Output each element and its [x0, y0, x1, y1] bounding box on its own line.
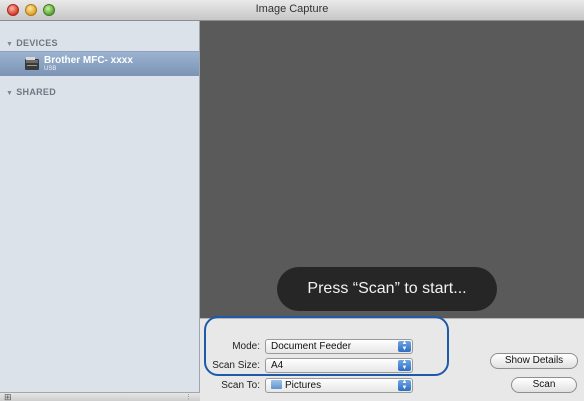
device-connection: USB: [44, 66, 57, 72]
scan-to-popup[interactable]: Pictures ▲ ▼: [265, 378, 413, 393]
scan-button[interactable]: Scan: [511, 377, 577, 393]
disclosure-triangle-icon[interactable]: ▼: [6, 41, 13, 48]
sidebar-footer: ⊞ ⋮: [0, 392, 200, 401]
resize-handle-icon[interactable]: ⋮: [185, 394, 192, 401]
popup-arrows-icon: ▲ ▼: [398, 379, 411, 391]
annotation-highlight-ring: [204, 316, 449, 376]
plus-icon[interactable]: ⊞: [4, 393, 12, 401]
sidebar: ▼ DEVICES Brother MFC- xxxx USB ▼ SHARED: [0, 21, 200, 392]
scan-hint-hud: Press “Scan” to start...: [277, 267, 497, 311]
scan-preview-area: Press “Scan” to start...: [200, 21, 584, 318]
scan-to-value: Pictures: [285, 380, 322, 391]
scanner-icon: [25, 57, 39, 70]
window-title: Image Capture: [255, 3, 329, 15]
title-bar: Image Capture: [0, 0, 584, 21]
scan-to-label: Scan To:: [221, 380, 260, 391]
devices-header-label: DEVICES: [16, 38, 58, 48]
shared-section-header[interactable]: ▼ SHARED: [6, 87, 56, 97]
image-capture-window: Image Capture ▼ DEVICES Brother MFC- xxxx…: [0, 0, 584, 401]
show-details-button[interactable]: Show Details: [490, 353, 578, 369]
shared-header-label: SHARED: [16, 87, 57, 97]
devices-section-header[interactable]: ▼ DEVICES: [6, 38, 58, 48]
disclosure-triangle-icon[interactable]: ▼: [6, 90, 13, 97]
device-name: Brother MFC- xxxx: [44, 55, 133, 66]
folder-icon: [271, 380, 282, 389]
sidebar-item-brother-scanner[interactable]: Brother MFC- xxxx USB: [0, 51, 199, 76]
